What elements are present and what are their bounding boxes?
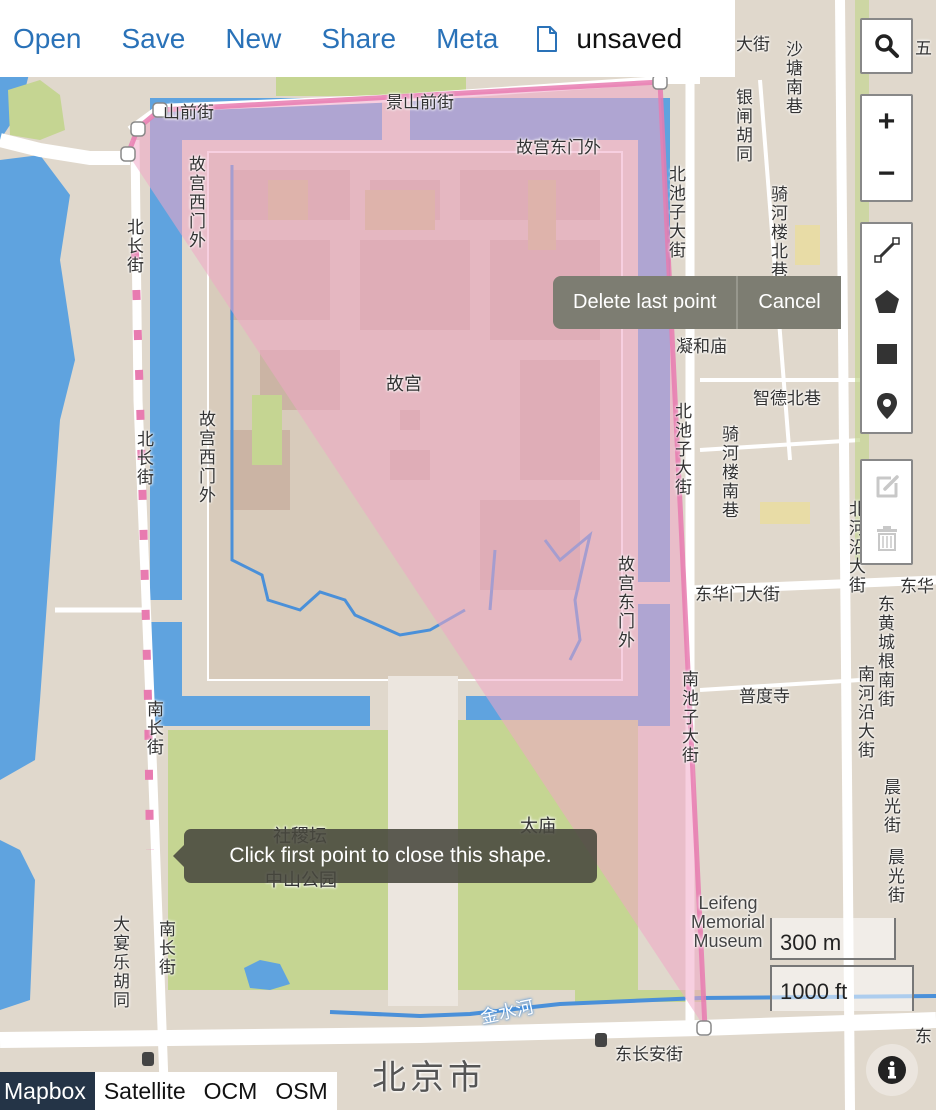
map-label-poi: 凝和庙 [676,337,727,356]
meta-button[interactable]: Meta [436,23,498,55]
map-label-street: 大街 [736,35,770,54]
map-label-poi: 普度寺 [739,687,790,706]
layer-ocm[interactable]: OCM [195,1072,267,1110]
map-label-street: 南长街 [144,700,163,757]
vertex-handle-first[interactable] [120,146,136,162]
vertex-handle[interactable] [130,121,146,137]
zoom-out-button[interactable]: − [862,148,911,200]
draw-polygon-button[interactable] [862,276,911,328]
garden-west-lawn [252,395,282,465]
attribution-button[interactable] [866,1044,918,1096]
draw-actions: Delete last point Cancel [553,276,841,329]
cancel-button[interactable]: Cancel [738,276,840,329]
top-toolbar: Open Save New Share Meta unsaved [0,0,735,77]
map-label-street: 故宫东门外 [615,555,634,650]
rectangle-icon [876,344,897,364]
map-label-street: 景山前街 [386,93,454,112]
delete-last-point-button[interactable]: Delete last point [553,276,736,329]
map-label-street: 北长街 [124,218,143,275]
map-label-street: 故宫东门外 [516,138,601,157]
trash-icon [876,525,897,551]
new-button[interactable]: New [225,23,281,55]
open-button[interactable]: Open [13,23,82,55]
file-icon [537,25,558,52]
delete-layers-button[interactable] [862,512,911,563]
map-label-street: 东 [915,1027,932,1046]
zoom-in-button[interactable]: + [862,96,911,148]
map-label-street: 大宴乐胡同 [110,915,129,1010]
map-label-street: 故宫西门外 [196,410,215,505]
zoom-control: + − [860,94,913,202]
draw-rectangle-button[interactable] [862,328,911,380]
search-control [860,18,913,74]
search-button[interactable] [862,20,911,72]
map-label-street: 骑河楼北巷 [768,185,787,280]
draw-tooltip: Click first point to close this shape. [173,829,597,883]
yellow-block-north [795,225,820,265]
layer-osm[interactable]: OSM [266,1072,336,1110]
map-label-street: 东华 [900,577,934,596]
map-label-poi: 故宫 [386,374,422,394]
west-bridge [150,600,182,622]
scale-imperial: 1000 ft [770,965,914,1011]
edit-toolbar [860,459,913,565]
map-label-street: 南池子大街 [679,670,698,765]
map-label-street: 骑河楼南巷 [719,425,738,520]
map-label-poi: Leifeng Memorial Museum [690,893,765,951]
map-label-street: 北长街 [134,430,153,487]
vertex-handle[interactable] [652,74,668,90]
map-label-street: 晨光街 [885,848,904,905]
map-label-street: 智德北巷 [753,389,821,408]
map-label-street: 山前街 [163,103,214,122]
map-label-street: 北池子大街 [666,165,685,260]
layer-switcher: Mapbox Satellite OCM OSM [0,1072,337,1110]
yellow-block [760,502,810,524]
vertex-handle-last[interactable] [696,1020,712,1036]
file-name: unsaved [576,22,683,54]
layer-mapbox[interactable]: Mapbox [0,1072,95,1110]
map-label-street: 故宫西门外 [186,155,205,250]
map-label-street: 东华门大街 [695,585,780,604]
marker-icon [876,393,897,419]
search-icon [874,34,899,58]
map-label-street: 银闸胡同 [733,88,752,164]
edit-layers-button[interactable] [862,461,911,512]
draw-polyline-button[interactable] [862,224,911,276]
polyline-icon [873,237,900,263]
map-label-street: 晨光街 [881,778,900,835]
scale-metric: 300 m [770,918,896,960]
draw-toolbar [860,222,913,434]
share-button[interactable]: Share [321,23,396,55]
map-label-city: 北京市 [372,1059,486,1097]
map-label-street: 北池子大街 [672,402,691,497]
map-label-street: 东长安街 [615,1045,683,1064]
map-label-street: 沙塘南巷 [783,40,802,116]
layer-satellite[interactable]: Satellite [95,1072,195,1110]
edit-icon [876,474,899,497]
polygon-icon [874,290,899,313]
info-icon [878,1056,906,1084]
draw-marker-button[interactable] [862,380,911,432]
save-button[interactable]: Save [122,23,186,55]
map-label-street: 东黄城根南街 [875,595,894,709]
map-label-street: 南长街 [156,920,175,977]
file-status: unsaved [536,23,682,55]
map-label-street: 五 [915,39,932,58]
